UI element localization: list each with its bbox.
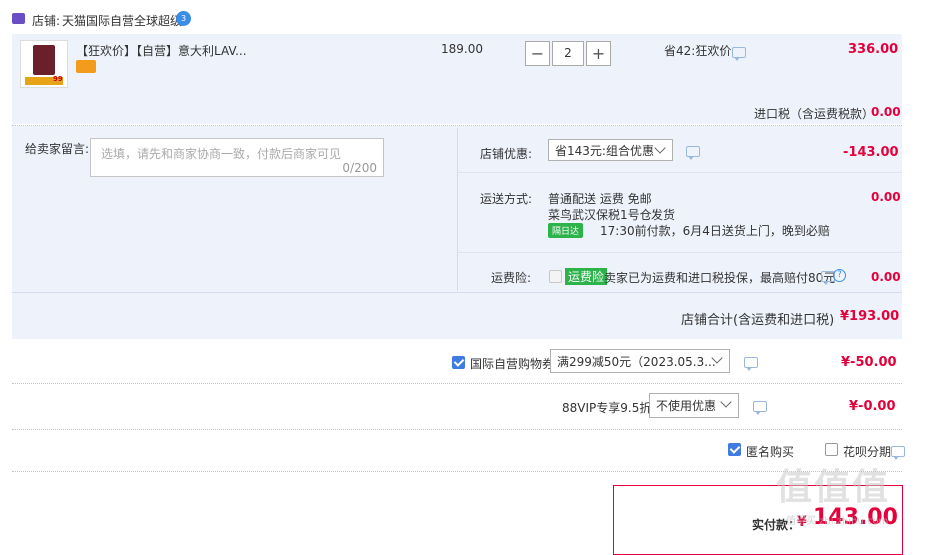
shipping-value: 0.00 xyxy=(871,190,901,204)
shipping-warehouse: 菜鸟武汉保税1号仓 xyxy=(548,208,652,222)
panel-divider xyxy=(458,172,902,173)
message-label: 给卖家留言: xyxy=(25,142,90,156)
qty-minus-button[interactable]: − xyxy=(525,41,550,66)
message-counter: 0/200 xyxy=(342,161,377,175)
qty-input[interactable]: 2 xyxy=(552,41,584,66)
thumb-tag: 99 xyxy=(53,75,63,83)
chat-icon[interactable] xyxy=(891,446,905,460)
insurance-text: 卖家已为运费和进口税投保，最高赔付80元 xyxy=(604,271,836,285)
shop-discount-select[interactable]: 省143元:组合优惠 xyxy=(548,139,673,161)
chat-icon[interactable] xyxy=(744,357,758,371)
shop-icon xyxy=(12,13,25,24)
shop-name[interactable]: 天猫国际自营全球超级 xyxy=(62,12,182,29)
message-placeholder: 选填，请先和商家协商一致，付款后商家可见 xyxy=(101,147,342,161)
shop-discount-label: 店铺优惠: xyxy=(480,147,533,161)
panel-divider xyxy=(458,252,902,253)
coupon-select[interactable]: 满299减50元（2023.05.3... xyxy=(550,349,730,373)
shop-total-label: 店铺合计(含运费和进口税) xyxy=(681,313,835,328)
insurance-label: 运费险: xyxy=(491,271,532,285)
panel-divider xyxy=(457,128,458,291)
panel-divider xyxy=(12,292,902,293)
help-icon[interactable]: ? xyxy=(833,269,846,282)
shop-prefix: 店铺: xyxy=(32,14,61,28)
item-price: 189.00 xyxy=(441,42,483,56)
quantity-stepper: − 2 + xyxy=(525,41,611,66)
chat-icon[interactable] xyxy=(753,401,767,415)
chat-icon[interactable] xyxy=(732,47,746,61)
shipping-ship-word: 发货 xyxy=(651,208,676,222)
item-discount: 省42:狂欢价 xyxy=(664,44,732,58)
tax-value: 0.00 xyxy=(871,105,901,119)
vip-label: 88VIP专享9.5折 xyxy=(562,401,652,415)
item-subtotal: 336.00 xyxy=(848,42,899,57)
product-thumbnail[interactable]: 99 xyxy=(20,40,68,88)
shop-total-value: ¥193.00 xyxy=(840,309,900,324)
watermark: 值值值 xyxy=(776,467,891,508)
watermark-text: 值得买 zhi.zhihu.com xyxy=(786,516,889,527)
anonymous-checkbox[interactable] xyxy=(728,443,741,456)
next-day-badge: 隔日达 xyxy=(548,223,584,238)
installment-checkbox[interactable] xyxy=(825,443,838,456)
coupon-label: 国际自营购物券 xyxy=(470,357,555,371)
coupon-checkbox[interactable] xyxy=(452,356,465,369)
card-icon xyxy=(76,60,96,73)
shop-discount-value: -143.00 xyxy=(843,145,899,160)
tax-label: 进口税（含运费税款） xyxy=(754,107,875,121)
shipping-note: 17:30前付款，6月4日送货上门，晚到必赔 xyxy=(600,224,830,238)
insurance-checkbox[interactable] xyxy=(549,270,562,283)
chat-icon[interactable] xyxy=(686,146,700,160)
insurance-tag: 运费险 xyxy=(565,268,608,285)
shop-header: 店铺: 天猫国际自营全球超级 3 xyxy=(0,0,930,34)
shipping-method: 普通配送 运费 免邮 xyxy=(548,192,652,206)
insurance-value: 0.00 xyxy=(871,270,901,284)
coupon-value: ¥-50.00 xyxy=(841,355,897,370)
shipping-label: 运送方式: xyxy=(480,192,533,206)
vip-select[interactable]: 不使用优惠 xyxy=(649,393,739,418)
shop-badge-icon: 3 xyxy=(176,11,191,26)
qty-plus-button[interactable]: + xyxy=(586,41,611,66)
message-input[interactable]: 选填，请先和商家协商一致，付款后商家可见 0/200 xyxy=(90,138,384,177)
vip-value: ¥-0.00 xyxy=(849,399,896,414)
item-title[interactable]: 【狂欢价】【自营】意大利LAV... xyxy=(76,42,247,59)
